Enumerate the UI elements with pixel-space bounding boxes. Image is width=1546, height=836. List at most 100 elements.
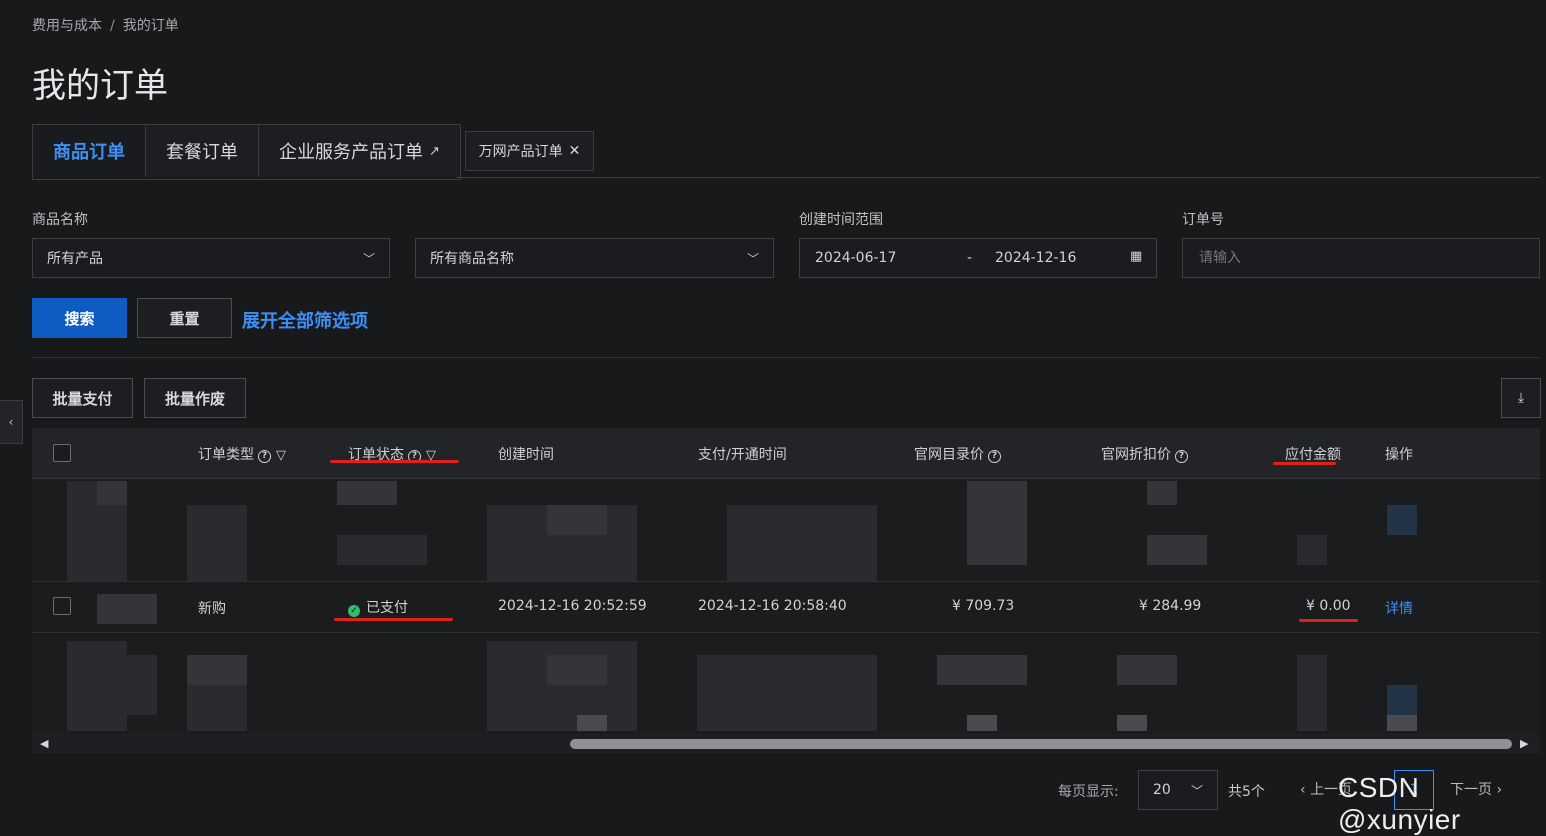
redacted-cell [1147, 535, 1207, 565]
breadcrumb-current: 我的订单 [122, 18, 179, 34]
chevron-down-icon: ﹀ [746, 251, 759, 266]
section-divider [32, 357, 1540, 358]
redacted-cell [1297, 535, 1327, 565]
cell-order-type: 新购 [198, 601, 226, 617]
download-icon: ⤓ [1517, 390, 1525, 406]
annotation-underline [330, 460, 459, 463]
scrollbar-thumb[interactable] [570, 739, 1512, 749]
cell-list-price: ¥ 709.73 [952, 598, 1015, 614]
redacted-cell [547, 505, 607, 535]
calendar-icon[interactable]: ▦ [1130, 249, 1142, 264]
redacted-cell [697, 655, 877, 731]
detail-link[interactable]: 详情 [1385, 598, 1413, 618]
tab-product-orders[interactable]: 商品订单 [33, 125, 146, 177]
header-created-time: 创建时间 [498, 447, 554, 463]
tab-label: 套餐订单 [166, 142, 238, 163]
reset-button[interactable]: 重置 [137, 298, 232, 338]
cell-order-status: ✓ 已支付 [348, 597, 408, 617]
redacted-cell [337, 481, 397, 505]
redacted-cell [1387, 715, 1417, 731]
chevron-down-icon: ﹀ [362, 251, 375, 266]
orders-table: 订单类型? ▽ 订单状态? ▽ 创建时间 支付/开通时间 官网目录价? 官网折扣价?… [32, 428, 1540, 754]
header-label: 官网折扣价 [1101, 447, 1171, 463]
header-order-type: 订单类型? ▽ [198, 444, 286, 464]
tab-package-orders[interactable]: 套餐订单 [146, 125, 259, 177]
table-header: 订单类型? ▽ 订单状态? ▽ 创建时间 支付/开通时间 官网目录价? 官网折扣价?… [32, 428, 1540, 479]
product-select[interactable]: 所有产品 ﹀ [32, 238, 390, 278]
filter-icon[interactable]: ▽ [276, 448, 286, 463]
chevron-left-icon: ‹ [1300, 782, 1306, 798]
date-range-picker[interactable]: 2024-06-17 - 2024-12-16 ▦ [799, 238, 1157, 278]
date-start[interactable]: 2024-06-17 [815, 250, 896, 266]
redacted-cell [337, 535, 427, 565]
redacted-cell [97, 655, 157, 715]
check-circle-icon: ✓ [348, 605, 360, 617]
per-page-value: 20 [1153, 782, 1171, 798]
per-page-label: 每页显示: [1058, 784, 1119, 800]
product-name-select[interactable]: 所有商品名称 ﹀ [415, 238, 774, 278]
breadcrumb-parent[interactable]: 费用与成本 [32, 18, 102, 34]
annotation-underline [1299, 619, 1358, 622]
redacted-cell [187, 505, 247, 581]
cell-payable: ¥ 0.00 [1306, 598, 1351, 614]
sidebar-collapse-toggle[interactable]: ‹ [0, 400, 23, 444]
header-discount-price: 官网折扣价? [1101, 444, 1188, 464]
redacted-cell [1117, 715, 1147, 731]
external-link-icon: ↗ [429, 143, 440, 159]
row-separator [32, 581, 1540, 582]
status-text: 已支付 [366, 600, 408, 616]
per-page-select[interactable]: 20 ﹀ [1138, 770, 1218, 810]
header-paid-time: 支付/开通时间 [698, 447, 787, 463]
redacted-cell [1387, 685, 1417, 715]
expand-filters-link[interactable]: 展开全部筛选项 [242, 307, 368, 333]
help-icon[interactable]: ? [988, 450, 1001, 463]
breadcrumb: 费用与成本 / 我的订单 [32, 15, 179, 35]
redacted-cell [1297, 655, 1327, 731]
cell-created-time: 2024-12-16 20:52:59 [498, 598, 647, 614]
header-label: 订单类型 [198, 447, 254, 463]
row-separator [32, 632, 1540, 633]
scroll-left-icon[interactable]: ◀ [40, 737, 48, 750]
help-icon[interactable]: ? [258, 450, 271, 463]
row-checkbox[interactable] [53, 597, 71, 615]
redacted-cell [1117, 655, 1177, 685]
order-no-input[interactable]: 请输入 [1182, 238, 1540, 278]
date-end[interactable]: 2024-12-16 [995, 250, 1076, 266]
redacted-cell [187, 685, 247, 731]
select-all-checkbox[interactable] [53, 444, 71, 462]
download-button[interactable]: ⤓ [1501, 378, 1541, 418]
horizontal-scrollbar[interactable]: ◀ ▶ [32, 734, 1540, 754]
tab-wanwang-orders[interactable]: 万网产品订单 ✕ [465, 131, 594, 171]
product-select-value: 所有产品 [47, 251, 103, 267]
header-payable: 应付金额 [1285, 447, 1341, 463]
watermark: CSDN @xunyier [1338, 772, 1461, 835]
product-name-label: 商品名称 [32, 212, 88, 228]
cell-paid-time: 2024-12-16 20:58:40 [698, 598, 847, 614]
redacted-cell [967, 481, 1027, 565]
batch-void-button[interactable]: 批量作废 [144, 378, 246, 418]
redacted-cell [577, 715, 607, 731]
page-title: 我的订单 [32, 66, 168, 106]
search-button[interactable]: 搜索 [32, 298, 127, 338]
redacted-cell [187, 655, 247, 685]
chevron-down-icon: ﹀ [1190, 783, 1203, 798]
redacted-cell [97, 594, 157, 624]
redacted-cell [1147, 481, 1177, 505]
help-icon[interactable]: ? [1175, 450, 1188, 463]
tab-tag-label: 万网产品订单 [478, 144, 563, 160]
breadcrumb-separator: / [110, 18, 115, 34]
annotation-underline [334, 618, 453, 621]
redacted-cell [937, 655, 1027, 685]
batch-pay-button[interactable]: 批量支付 [32, 378, 133, 418]
close-icon[interactable]: ✕ [569, 143, 581, 159]
redacted-cell [97, 481, 127, 505]
tab-label: 商品订单 [53, 142, 125, 163]
redacted-cell [1387, 505, 1417, 535]
header-list-price: 官网目录价? [914, 444, 1001, 464]
date-range-label: 创建时间范围 [799, 212, 883, 228]
tab-label: 企业服务产品订单 [279, 142, 423, 163]
header-label: 官网目录价 [914, 447, 984, 463]
total-count: 共5个 [1228, 784, 1265, 800]
tab-enterprise-orders[interactable]: 企业服务产品订单 ↗ [259, 125, 460, 177]
scroll-right-icon[interactable]: ▶ [1520, 737, 1528, 750]
